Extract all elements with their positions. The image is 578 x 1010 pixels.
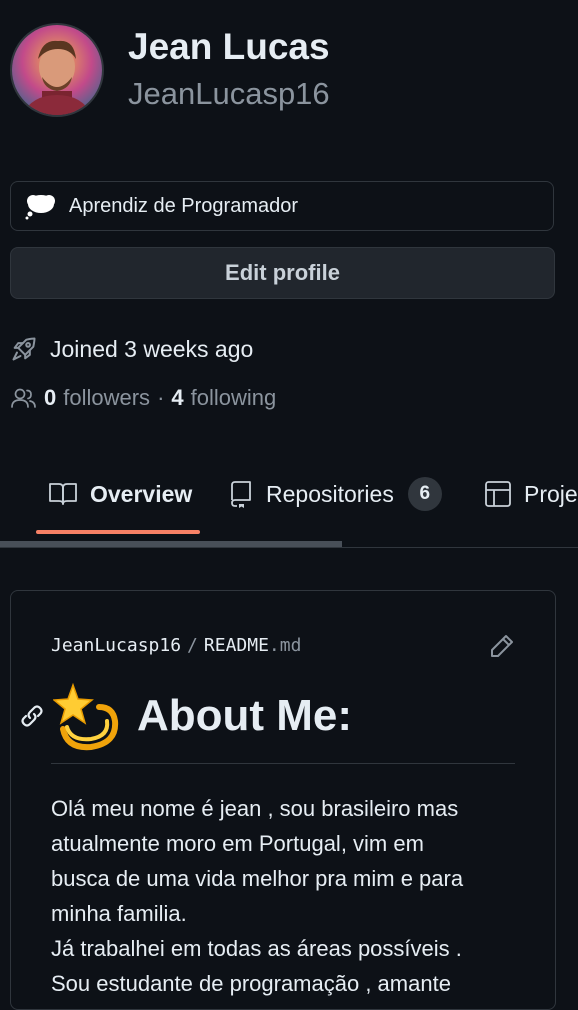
profile-tabs: Overview Repositories 6 Proje xyxy=(0,462,578,542)
avatar[interactable] xyxy=(10,23,104,117)
readme-filename: README xyxy=(203,635,269,656)
readme-title: About Me: xyxy=(137,691,353,740)
following-label[interactable]: following xyxy=(191,385,277,411)
table-icon xyxy=(485,481,511,507)
status-text: Aprendiz de Programador xyxy=(69,194,299,217)
profile-name: Jean Lucas xyxy=(128,26,330,67)
follow-info: 0 followers · 4 following xyxy=(10,385,276,411)
tab-repositories[interactable]: Repositories 6 xyxy=(228,462,442,526)
joined-info: Joined 3 weeks ago xyxy=(10,335,253,363)
readme-breadcrumb: JeanLucasp16 /README.md xyxy=(51,635,301,656)
book-icon xyxy=(49,483,77,505)
readme-extension: .md xyxy=(268,635,302,656)
readme-body: Olá meu nome é jean , sou brasileiro mas… xyxy=(51,791,521,1001)
pencil-icon[interactable] xyxy=(489,633,515,659)
breadcrumb-separator: / xyxy=(187,635,198,656)
active-tab-indicator xyxy=(36,530,200,534)
follow-separator: · xyxy=(157,385,165,410)
following-count[interactable]: 4 xyxy=(171,385,183,411)
thought-bubble-icon xyxy=(25,192,57,220)
readme-heading: About Me: xyxy=(53,681,352,751)
tab-overview[interactable]: Overview xyxy=(48,462,192,526)
repositories-count-badge: 6 xyxy=(407,477,442,511)
rocket-icon xyxy=(12,337,36,361)
people-icon xyxy=(11,388,36,408)
readme-line: atualmente moro em Portugal, vim em xyxy=(51,831,424,856)
dizzy-star-icon xyxy=(53,682,119,751)
readme-line: Sou estudante de programação , amante xyxy=(51,971,451,996)
joined-text: Joined 3 weeks ago xyxy=(50,335,254,362)
readme-line: busca de uma vida melhor pra mim e para xyxy=(51,866,464,891)
tab-projects-label: Proje xyxy=(524,480,578,507)
readme-card: JeanLucasp16 /README.md About Me: Olá meu… xyxy=(10,590,556,1010)
tab-repositories-label: Repositories xyxy=(266,480,394,507)
heading-divider xyxy=(51,763,515,764)
tab-projects[interactable]: Proje xyxy=(484,462,578,526)
followers-label[interactable]: followers xyxy=(63,385,150,411)
status-field[interactable]: Aprendiz de Programador xyxy=(10,181,554,231)
followers-count[interactable]: 0 xyxy=(44,385,56,411)
link-icon[interactable] xyxy=(19,703,45,729)
tabs-divider xyxy=(0,547,578,548)
avatar-image xyxy=(12,25,102,115)
tab-overview-label: Overview xyxy=(90,480,193,507)
readme-owner-link[interactable]: JeanLucasp16 xyxy=(51,635,181,656)
profile-login: JeanLucasp16 xyxy=(128,76,330,111)
readme-line: minha familia. xyxy=(51,901,187,926)
readme-line: Já trabalhei em todas as áreas possíveis… xyxy=(51,936,462,961)
repo-icon xyxy=(231,481,251,508)
readme-line: Olá meu nome é jean , sou brasileiro mas xyxy=(51,796,459,821)
edit-profile-button[interactable]: Edit profile xyxy=(10,247,555,299)
